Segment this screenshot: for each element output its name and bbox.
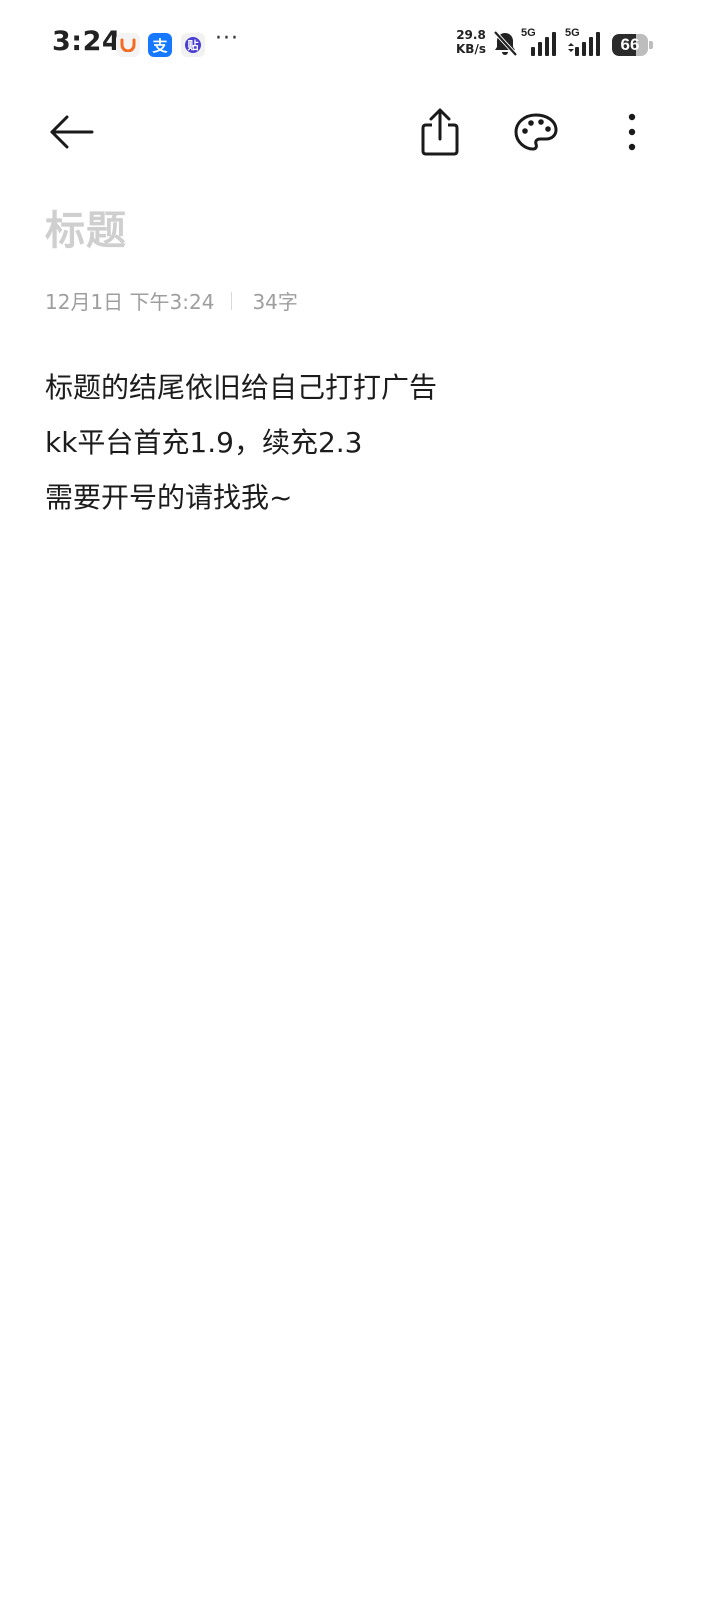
- arrow-left-icon: [50, 115, 94, 149]
- theme-button[interactable]: [506, 104, 566, 160]
- didi-icon: [116, 33, 140, 57]
- network-speed-unit: KB/s: [456, 42, 486, 56]
- share-button[interactable]: [410, 104, 470, 160]
- tieba-glyph: 贴: [187, 39, 199, 52]
- bell-off-icon: [492, 30, 518, 62]
- note-meta: 12月1日 下午3:24 34字: [45, 286, 298, 315]
- share-icon: [421, 108, 459, 156]
- alipay-icon: 支: [148, 33, 172, 57]
- battery-icon: 66: [612, 34, 653, 56]
- status-bar: 3:24 支 贴 ··· 29.8 KB/s 5G 5G 66: [0, 0, 720, 90]
- more-notifications-icon: ···: [215, 26, 239, 51]
- status-time: 3:24: [52, 26, 122, 57]
- note-line: 标题的结尾依旧给自己打打广告: [45, 371, 438, 404]
- palette-icon: [514, 113, 558, 151]
- signal-sim1-icon: 5G: [519, 27, 561, 62]
- note-word-count: 34字: [252, 290, 298, 314]
- more-options-button[interactable]: [610, 104, 654, 160]
- note-line: 需要开号的请找我~: [45, 481, 293, 514]
- network-speed: 29.8 KB/s: [453, 28, 489, 56]
- meta-divider: [231, 291, 233, 310]
- note-body-editor[interactable]: 标题的结尾依旧给自己打打广告 kk平台首充1.9，续充2.3 需要开号的请找我~: [45, 360, 675, 525]
- note-title-field[interactable]: 标题: [45, 198, 127, 256]
- note-line: kk平台首充1.9，续充2.3: [45, 426, 363, 459]
- sim1-network-label: 5G: [521, 27, 536, 39]
- battery-cap: [649, 41, 653, 49]
- back-button[interactable]: [40, 106, 104, 158]
- note-date: 12月1日 下午3:24: [45, 290, 215, 314]
- sim2-network-label: 5G: [565, 27, 580, 39]
- battery-level: 66: [620, 35, 640, 54]
- network-speed-value: 29.8: [456, 28, 486, 42]
- signal-sim2-icon: 5G: [563, 27, 605, 62]
- battery-body: 66: [612, 34, 648, 56]
- tieba-icon: 贴: [181, 33, 205, 57]
- more-vertical-icon: [628, 113, 636, 151]
